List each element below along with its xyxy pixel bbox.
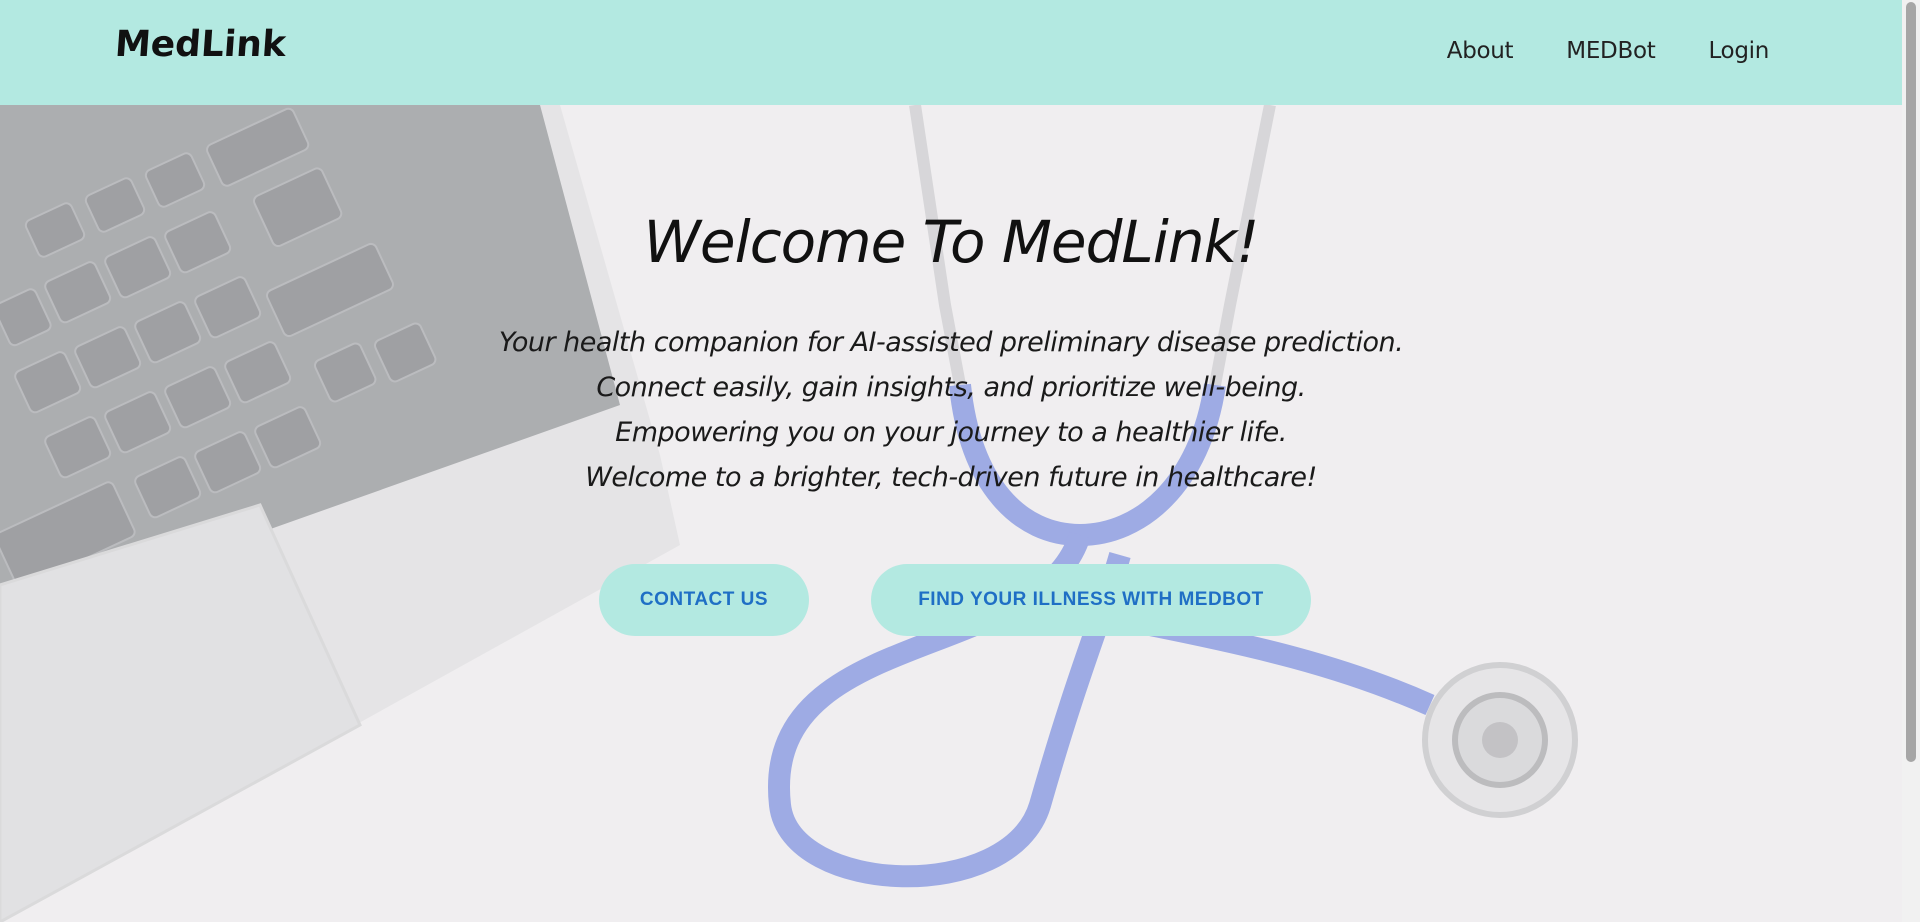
hero-title: Welcome To MedLink! (643, 208, 1260, 276)
navbar: MedLink About MEDBot Login (0, 0, 1902, 105)
page-scrollbar[interactable] (1902, 0, 1920, 922)
tagline-line-4: Welcome to a brighter, tech-driven futur… (585, 462, 1317, 493)
nav-links: About MEDBot Login (1394, 38, 1770, 64)
find-illness-medbot-button[interactable]: FIND YOUR ILLNESS WITH MEDBOT (871, 564, 1311, 636)
tagline-line-1: Your health companion for AI-assisted pr… (498, 327, 1404, 358)
hero-section: Welcome To MedLink! Your health companio… (0, 105, 1902, 922)
nav-link-about[interactable]: About (1447, 38, 1514, 64)
contact-us-button[interactable]: CONTACT US (599, 564, 809, 636)
nav-link-medbot[interactable]: MEDBot (1566, 38, 1655, 64)
nav-link-login[interactable]: Login (1708, 38, 1769, 64)
scrollbar-thumb[interactable] (1906, 2, 1916, 762)
tagline-line-3: Empowering you on your journey to a heal… (615, 417, 1287, 448)
page: MedLink About MEDBot Login Welcome To Me… (0, 0, 1920, 922)
site-logo[interactable]: MedLink (114, 24, 288, 65)
tagline-line-2: Connect easily, gain insights, and prior… (596, 372, 1306, 403)
